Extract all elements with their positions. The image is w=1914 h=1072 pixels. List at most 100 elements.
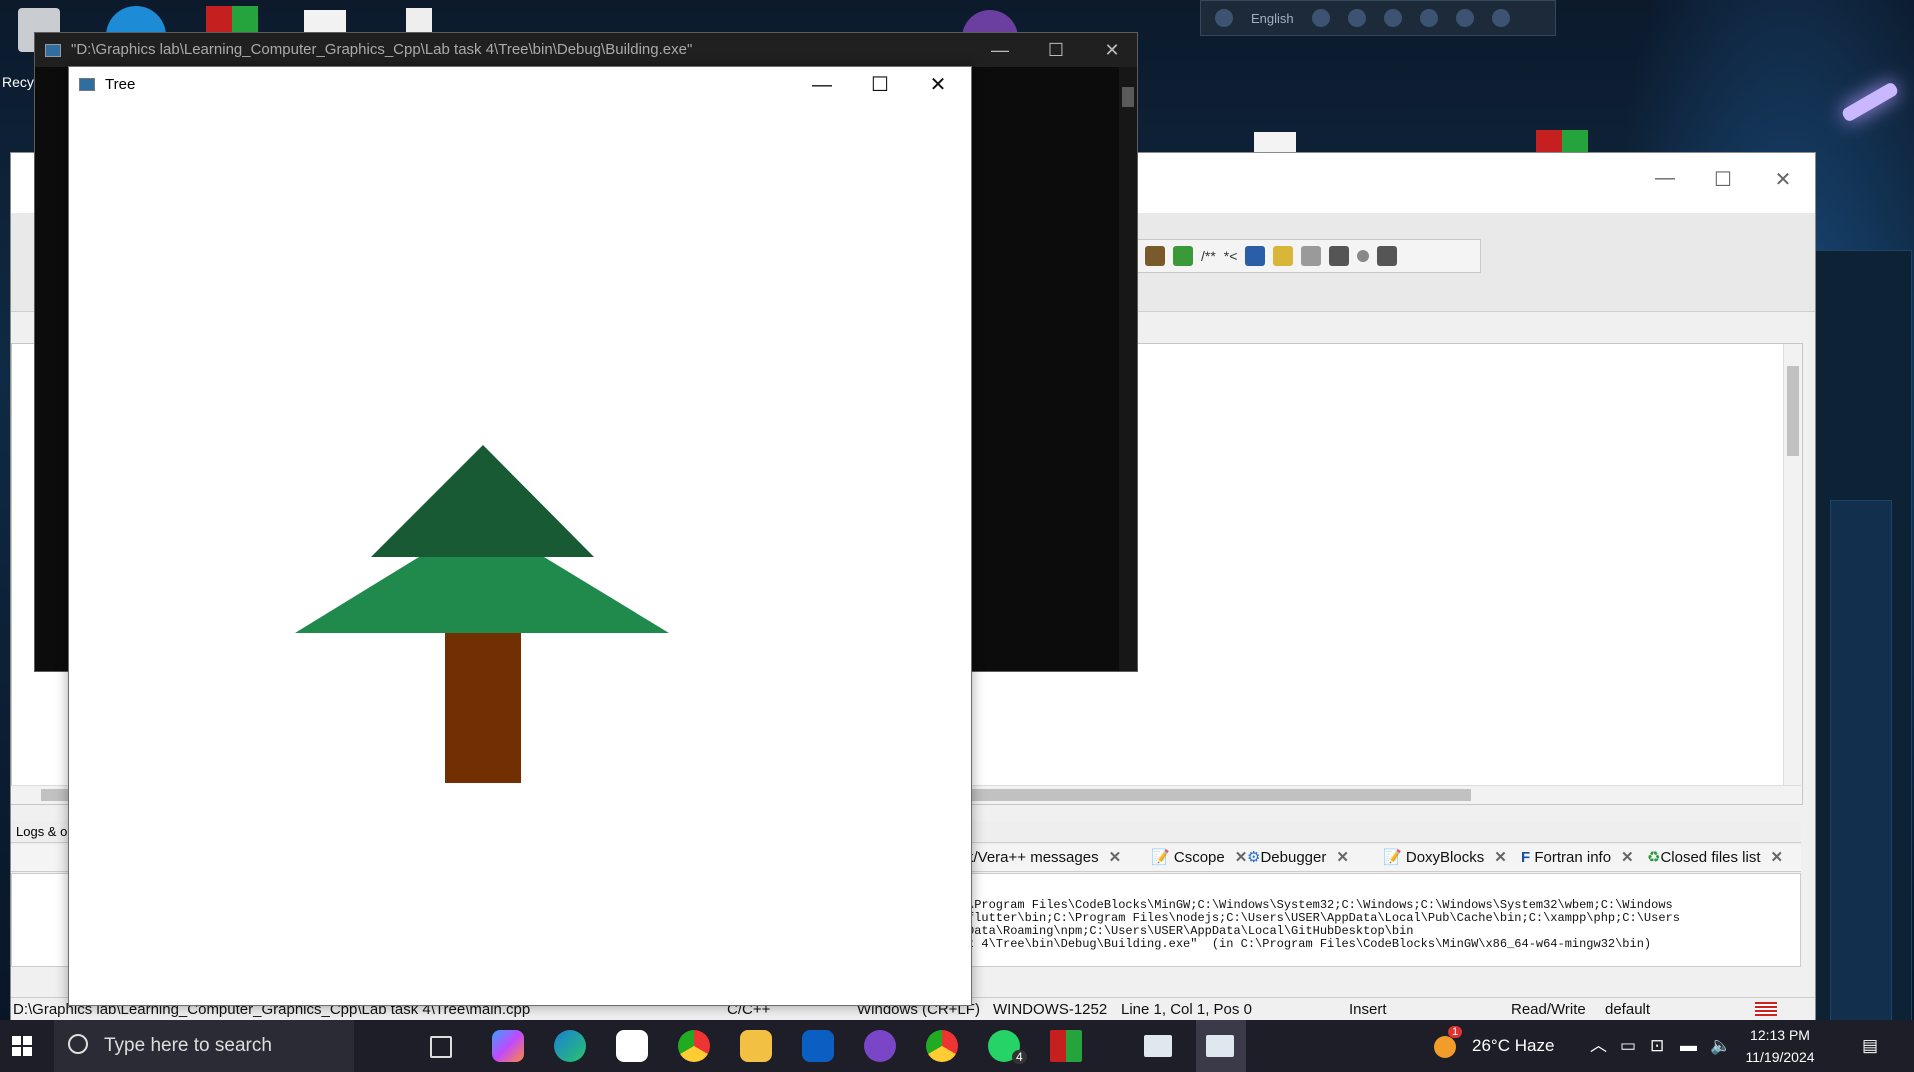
store-icon[interactable] bbox=[616, 1030, 648, 1062]
tab-closed-files[interactable]: ♻Closed files list ✕ bbox=[1647, 847, 1783, 869]
chrome-icon[interactable] bbox=[678, 1030, 710, 1062]
tree-upper-foliage bbox=[371, 445, 594, 557]
tree-title: Tree bbox=[105, 76, 136, 93]
dot-icon[interactable] bbox=[1357, 250, 1370, 262]
tab-label: k/Vera++ messages bbox=[966, 849, 1099, 866]
console-title: "D:\Graphics lab\Learning_Computer_Graph… bbox=[71, 41, 693, 58]
pen-icon[interactable] bbox=[1347, 9, 1366, 27]
tab-doxyblocks[interactable]: 📝 DoxyBlocks ✕ bbox=[1383, 847, 1507, 869]
meet-now-icon[interactable]: ▭ bbox=[1620, 1020, 1636, 1072]
help-icon[interactable] bbox=[1273, 246, 1294, 266]
wrench-icon[interactable] bbox=[1301, 246, 1322, 266]
help-icon[interactable] bbox=[1455, 9, 1474, 27]
minimize-button[interactable]: — bbox=[1645, 167, 1685, 195]
status-position: Line 1, Col 1, Pos 0 bbox=[1121, 1001, 1252, 1018]
minimize-button[interactable]: — bbox=[793, 67, 851, 103]
outlook-icon[interactable] bbox=[802, 1030, 834, 1062]
console-titlebar: "D:\Graphics lab\Learning_Computer_Graph… bbox=[35, 33, 1137, 67]
taskbar-search-box[interactable]: Type here to search bbox=[54, 1020, 354, 1072]
security-icon[interactable]: ⊡ bbox=[1650, 1020, 1664, 1072]
winrar-icon[interactable] bbox=[1050, 1030, 1082, 1062]
gear-icon[interactable] bbox=[1145, 246, 1165, 266]
clock-time: 12:13 PM bbox=[1750, 1027, 1810, 1043]
clock-date: 11/19/2024 bbox=[1745, 1049, 1815, 1065]
close-button[interactable]: ✕ bbox=[1089, 33, 1135, 67]
ie-icon[interactable] bbox=[1419, 9, 1438, 27]
close-button[interactable]: ✕ bbox=[1763, 167, 1803, 195]
tab-fortran-info[interactable]: F Fortran info ✕ bbox=[1521, 847, 1634, 869]
doxy-line-button[interactable]: *< bbox=[1224, 248, 1238, 264]
tree-app-icon bbox=[79, 78, 95, 91]
file-explorer-icon[interactable] bbox=[740, 1030, 772, 1062]
desktop-label: Recy bbox=[2, 74, 34, 90]
windows-start-icon[interactable] bbox=[12, 1036, 32, 1056]
maximize-button[interactable]: ☐ bbox=[851, 67, 909, 103]
chrome-icon[interactable] bbox=[926, 1030, 958, 1062]
language-bar[interactable]: English bbox=[1200, 0, 1556, 36]
wallpaper-building bbox=[1830, 500, 1892, 1022]
close-icon[interactable]: ✕ bbox=[1235, 849, 1248, 866]
status-mode: Insert bbox=[1349, 1001, 1387, 1018]
maximize-button[interactable]: ☐ bbox=[1033, 33, 1079, 67]
close-icon[interactable]: ✕ bbox=[1109, 849, 1122, 866]
console-scrollbar[interactable] bbox=[1119, 67, 1137, 671]
editor-vertical-scrollbar[interactable] bbox=[1783, 344, 1802, 804]
close-icon[interactable]: ✕ bbox=[1771, 849, 1784, 866]
info-icon[interactable] bbox=[1491, 9, 1510, 27]
scroll-thumb[interactable] bbox=[1787, 366, 1799, 456]
log-line: t 4\Tree\bin\Debug\Building.exe" (in C:\… bbox=[967, 937, 1652, 951]
jump-back-icon[interactable] bbox=[1329, 246, 1350, 266]
tab-label: Debugger bbox=[1260, 849, 1327, 866]
close-icon[interactable]: ✕ bbox=[1336, 849, 1349, 866]
tab-vera-messages[interactable]: k/Vera++ messages ✕ bbox=[966, 847, 1121, 869]
tree-trunk bbox=[445, 633, 521, 783]
language-label[interactable]: English bbox=[1251, 11, 1294, 26]
tab-debugger[interactable]: ⚙Debugger ✕ bbox=[1247, 847, 1349, 869]
codeblocks-task-icon[interactable] bbox=[1144, 1035, 1172, 1057]
jump-forward-icon[interactable] bbox=[1377, 246, 1398, 266]
tree-titlebar: Tree — ☐ ✕ bbox=[69, 67, 971, 103]
doxy-block-button[interactable]: /** bbox=[1201, 248, 1216, 264]
edge-icon[interactable] bbox=[554, 1030, 586, 1062]
tab-label: Cscope bbox=[1173, 849, 1225, 866]
chm-icon[interactable] bbox=[1245, 246, 1266, 266]
ime-icon[interactable] bbox=[1215, 9, 1233, 27]
scroll-thumb[interactable] bbox=[1122, 87, 1134, 107]
task-view-icon[interactable] bbox=[430, 1036, 452, 1058]
desktop-winrar-icon-2[interactable] bbox=[1536, 130, 1588, 154]
settings-icon[interactable] bbox=[1383, 9, 1402, 27]
maximize-button[interactable]: ☐ bbox=[1703, 167, 1743, 195]
copilot-icon[interactable] bbox=[492, 1030, 524, 1062]
tree-task-icon[interactable] bbox=[1206, 1035, 1234, 1057]
fortran-icon: F bbox=[1521, 849, 1531, 866]
battery-icon[interactable]: ▬ bbox=[1680, 1020, 1697, 1072]
minimize-button[interactable]: — bbox=[977, 33, 1023, 67]
log-line: \Program Files\CodeBlocks\MinGW;C:\Windo… bbox=[967, 898, 1673, 912]
close-button[interactable]: ✕ bbox=[909, 67, 967, 103]
toolbar-group: /** *< bbox=[1136, 239, 1481, 273]
github-desktop-icon[interactable] bbox=[864, 1030, 896, 1062]
notifications-icon[interactable]: ▤ bbox=[1862, 1020, 1878, 1072]
log-line: flutter\bin;C:\Program Files\nodejs;C:\U… bbox=[967, 911, 1680, 925]
desktop-left-labels: Recy bbox=[2, 72, 34, 92]
status-encoding: WINDOWS-1252 bbox=[993, 1001, 1108, 1018]
close-icon[interactable]: ✕ bbox=[1494, 849, 1507, 866]
log-line: Data\Roaming\npm;C:\Users\USER\AppData\L… bbox=[967, 924, 1414, 938]
desktop-doc-icon[interactable] bbox=[1254, 132, 1296, 154]
weather-text[interactable]: 26°C Haze bbox=[1472, 1020, 1554, 1072]
tab-label: Closed files list bbox=[1660, 849, 1761, 866]
system-clock[interactable]: 12:13 PM 11/19/2024 bbox=[1742, 1024, 1818, 1068]
arrow-down-icon[interactable] bbox=[1173, 246, 1193, 266]
volume-muted-icon[interactable]: 🔈 bbox=[1710, 1020, 1731, 1072]
tree-window: Tree — ☐ ✕ bbox=[68, 66, 972, 1006]
weather-badge: 1 bbox=[1448, 1026, 1463, 1038]
tree-lower-foliage bbox=[295, 557, 669, 633]
drawing-canvas bbox=[295, 445, 669, 783]
keyboard-icon[interactable] bbox=[1311, 9, 1330, 27]
close-icon[interactable]: ✕ bbox=[1621, 849, 1634, 866]
tab-label: Fortran info bbox=[1534, 849, 1612, 866]
search-placeholder[interactable]: Type here to search bbox=[104, 1020, 272, 1072]
tab-cscope[interactable]: 📝 Cscope ✕ bbox=[1151, 847, 1247, 869]
chevron-up-icon[interactable]: ︿ bbox=[1590, 1020, 1607, 1072]
status-access: Read/Write bbox=[1511, 1001, 1586, 1018]
